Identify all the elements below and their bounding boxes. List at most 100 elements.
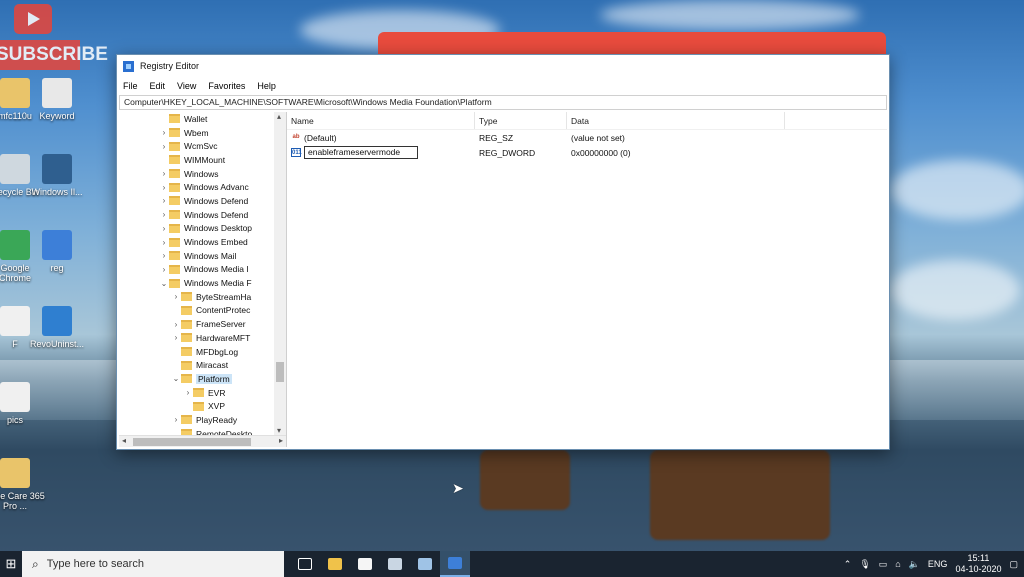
- key-tree[interactable]: Wallet › Wbem › WcmSvc WIMMount › Windows › Windo…: [119, 112, 287, 447]
- values-list[interactable]: Name Type Data ab (Default) REG_SZ (value n…: [287, 112, 887, 447]
- menu-edit[interactable]: Edit: [150, 81, 166, 91]
- expand-chevron-icon[interactable]: ›: [159, 210, 169, 219]
- expand-chevron-icon[interactable]: ⌄: [159, 279, 169, 288]
- desktop-icon[interactable]: reg: [26, 230, 88, 273]
- expand-chevron-icon[interactable]: ›: [171, 292, 181, 301]
- notepad-icon[interactable]: [410, 551, 440, 577]
- scroll-thumb[interactable]: [133, 438, 251, 446]
- desktop-icon[interactable]: Keyword: [26, 78, 88, 121]
- store-icon[interactable]: [350, 551, 380, 577]
- tree-item[interactable]: › Windows Embed: [119, 235, 286, 249]
- tree-item[interactable]: › Windows: [119, 167, 286, 181]
- network-icon[interactable]: ⌂: [895, 559, 900, 569]
- tree-item[interactable]: WIMMount: [119, 153, 286, 167]
- expand-chevron-icon[interactable]: ›: [159, 128, 169, 137]
- expand-chevron-icon[interactable]: ›: [159, 251, 169, 260]
- expand-chevron-icon[interactable]: ›: [183, 388, 193, 397]
- expand-chevron-icon[interactable]: ›: [159, 265, 169, 274]
- tree-item[interactable]: XVP: [119, 399, 286, 413]
- expand-chevron-icon[interactable]: ›: [159, 169, 169, 178]
- tree-item[interactable]: › Windows Defend: [119, 208, 286, 222]
- monitor-icon[interactable]: ▭: [879, 559, 888, 570]
- expand-chevron-icon[interactable]: ›: [159, 142, 169, 151]
- desktop-icon[interactable]: pics: [0, 382, 46, 425]
- rock-formation: [650, 450, 830, 540]
- tree-item[interactable]: › FrameServer: [119, 317, 286, 331]
- microphone-icon[interactable]: 🎙: [859, 559, 870, 570]
- tree-item[interactable]: › Windows Mail: [119, 249, 286, 263]
- tree-item-label: WcmSvc: [184, 141, 218, 152]
- tree-item[interactable]: › Windows Desktop: [119, 222, 286, 236]
- tree-horizontal-scrollbar[interactable]: ◂ ▸: [119, 435, 286, 447]
- scroll-thumb[interactable]: [276, 362, 284, 382]
- tree-item[interactable]: › HardwareMFT: [119, 331, 286, 345]
- address-bar[interactable]: Computer\HKEY_LOCAL_MACHINE\SOFTWARE\Mic…: [119, 95, 887, 110]
- registry-editor-window[interactable]: Registry Editor File Edit View Favorites…: [116, 54, 890, 450]
- start-button[interactable]: ⊞: [0, 551, 22, 577]
- registry-editor-taskbar-icon[interactable]: [440, 551, 470, 577]
- tree-item[interactable]: ContentProtec: [119, 304, 286, 318]
- value-row[interactable]: 011 enableframeservermode REG_DWORD 0x00000…: [287, 145, 887, 160]
- tree-item-label: PlayReady: [196, 414, 238, 425]
- tree-item[interactable]: Miracast: [119, 358, 286, 372]
- paint-icon[interactable]: [380, 551, 410, 577]
- tree-item[interactable]: › PlayReady: [119, 413, 286, 427]
- scroll-down-icon[interactable]: ▾: [277, 426, 281, 435]
- expand-chevron-icon[interactable]: ›: [159, 238, 169, 247]
- tree-item-label: Wallet: [184, 113, 208, 124]
- menu-file[interactable]: File: [123, 81, 138, 91]
- desktop-icon[interactable]: Windows Il...: [26, 154, 88, 197]
- tree-item-label: HardwareMFT: [196, 332, 251, 343]
- string-value-icon: ab: [292, 134, 300, 140]
- tree-item[interactable]: › Windows Defend: [119, 194, 286, 208]
- expand-chevron-icon[interactable]: ⌄: [171, 374, 181, 383]
- desktop-icon-label: Keyword: [39, 111, 75, 121]
- tree-item[interactable]: MFDbgLog: [119, 345, 286, 359]
- value-name: (Default): [304, 132, 337, 143]
- tree-item[interactable]: › WcmSvc: [119, 139, 286, 153]
- column-data[interactable]: Data: [567, 112, 785, 129]
- column-name[interactable]: Name: [287, 112, 475, 129]
- desktop-icon[interactable]: RevoUninst...: [26, 306, 88, 349]
- tree-item[interactable]: ⌄ Platform: [119, 372, 286, 386]
- tree-item[interactable]: › Windows Media I: [119, 263, 286, 277]
- tree-item[interactable]: ⌄ Windows Media F: [119, 276, 286, 290]
- rename-input[interactable]: enableframeservermode: [304, 146, 418, 159]
- title-bar[interactable]: Registry Editor: [117, 55, 889, 77]
- tree-item-label: Windows Embed: [184, 237, 248, 248]
- notification-icon[interactable]: ▢: [1009, 559, 1018, 570]
- volume-icon[interactable]: 🔈: [909, 559, 920, 570]
- column-type[interactable]: Type: [475, 112, 567, 129]
- chevron-up-icon[interactable]: ⌃: [844, 559, 852, 570]
- scroll-left-icon[interactable]: ◂: [122, 436, 126, 445]
- expand-chevron-icon[interactable]: ›: [159, 196, 169, 205]
- value-row[interactable]: ab (Default) REG_SZ (value not set): [287, 130, 887, 145]
- folder-icon: [169, 237, 180, 247]
- cloud: [890, 260, 1020, 320]
- tree-item[interactable]: › EVR: [119, 386, 286, 400]
- expand-chevron-icon[interactable]: ›: [171, 415, 181, 424]
- language-indicator[interactable]: ENG: [928, 559, 948, 569]
- expand-chevron-icon[interactable]: ›: [159, 183, 169, 192]
- task-view-icon[interactable]: [290, 551, 320, 577]
- tree-item[interactable]: › Wbem: [119, 126, 286, 140]
- subscribe-badge: SUBSCRIBE: [0, 40, 108, 70]
- menu-help[interactable]: Help: [257, 81, 276, 91]
- desktop-icon[interactable]: Wise Care 365 Pro ...: [0, 458, 46, 511]
- tree-item[interactable]: › Windows Advanc: [119, 180, 286, 194]
- taskbar-search[interactable]: ⌕ Type here to search: [22, 551, 284, 577]
- expand-chevron-icon[interactable]: ›: [171, 333, 181, 342]
- scroll-right-icon[interactable]: ▸: [279, 436, 283, 445]
- expand-chevron-icon[interactable]: ›: [171, 320, 181, 329]
- clock[interactable]: 15:11 04-10-2020: [955, 553, 1001, 575]
- menu-view[interactable]: View: [177, 81, 196, 91]
- tree-vertical-scrollbar[interactable]: ▴ ▾: [274, 112, 286, 435]
- registry-editor-icon: [123, 60, 134, 72]
- file-explorer-icon[interactable]: [320, 551, 350, 577]
- scroll-up-icon[interactable]: ▴: [277, 112, 281, 121]
- menu-favorites[interactable]: Favorites: [208, 81, 245, 91]
- expand-chevron-icon[interactable]: ›: [159, 224, 169, 233]
- tree-item-label: WIMMount: [184, 154, 226, 165]
- tree-item[interactable]: Wallet: [119, 112, 286, 126]
- tree-item[interactable]: › ByteStreamHa: [119, 290, 286, 304]
